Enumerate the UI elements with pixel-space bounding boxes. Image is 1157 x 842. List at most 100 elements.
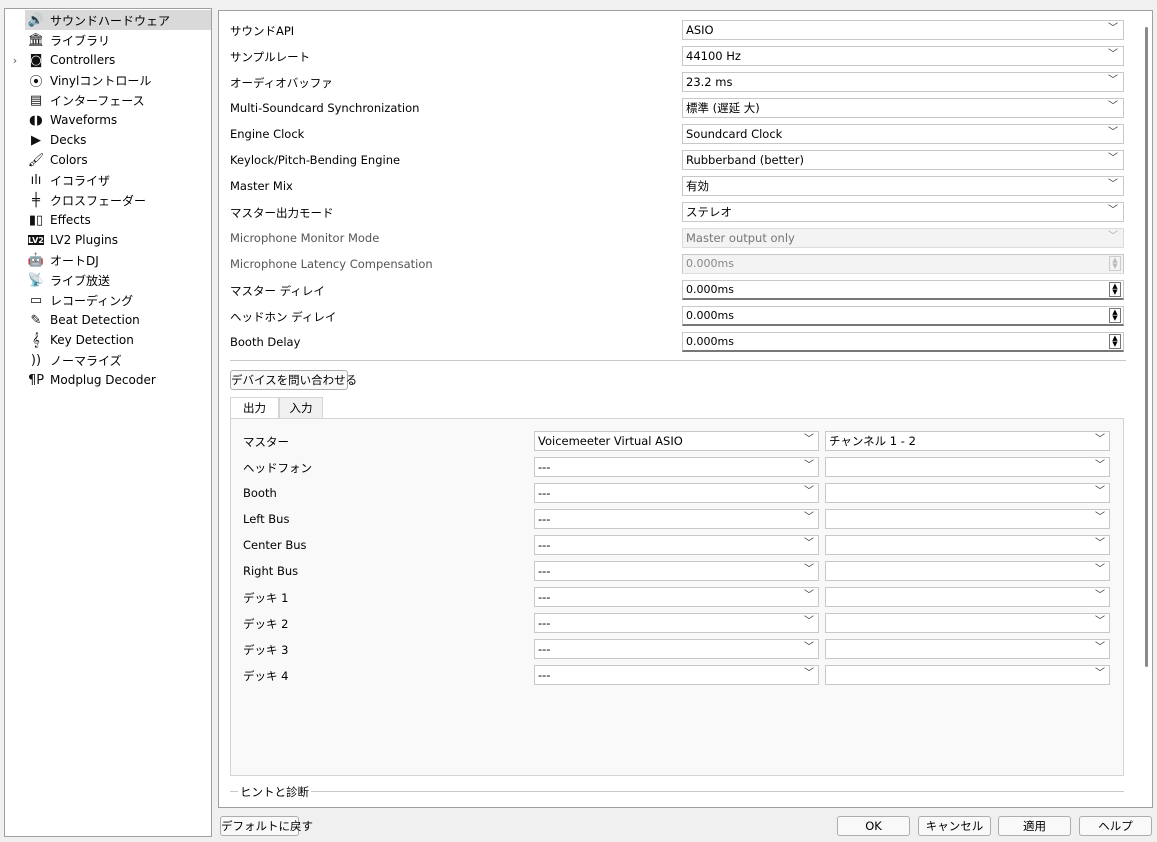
sidebar-item[interactable]: ▶ Decks (5, 130, 211, 150)
setting-label: オーディオバッファ (230, 76, 333, 90)
sidebar-item[interactable]: › ◙ Controllers (5, 50, 211, 70)
dropdown-value: --- (538, 564, 551, 578)
sidebar-item[interactable]: ¶P Modplug Decoder (5, 370, 211, 390)
restore-defaults-button[interactable]: デフォルトに戻す (220, 816, 313, 836)
scrollbar[interactable] (1145, 27, 1148, 667)
chevron-down-icon: ﹀ (804, 434, 814, 445)
sidebar-item[interactable]: 𝄞 Key Detection (5, 330, 211, 350)
sidebar-item-label: オートDJ (50, 253, 99, 268)
setting-dropdown[interactable]: 23.2 ms ﹀ (682, 72, 1124, 92)
query-devices-button[interactable]: デバイスを問い合わせる (230, 370, 357, 390)
output-channel-dropdown[interactable]: チャンネル 1 - 2 ﹀ (825, 431, 1110, 451)
output-channel-dropdown[interactable]: ﹀ (825, 561, 1110, 581)
sidebar-item[interactable]: ◖◗ Waveforms (5, 110, 211, 130)
expand-chevron-icon[interactable]: › (10, 54, 20, 67)
waveform-icon: ◖◗ (29, 112, 43, 128)
setting-dropdown[interactable]: Soundcard Clock ﹀ (682, 124, 1124, 144)
crossfader-icon: ╪ (32, 192, 40, 208)
sidebar-item[interactable]: ▮▯ Effects (5, 210, 211, 230)
tab-input[interactable]: 入力 (279, 397, 323, 418)
setting-dropdown[interactable]: Rubberband (better) ﹀ (682, 150, 1124, 170)
dropdown-value: 23.2 ms (686, 75, 733, 89)
sidebar-item-label: Beat Detection (50, 313, 140, 327)
output-device-dropdown[interactable]: --- ﹀ (534, 639, 819, 659)
sidebar-item[interactable]: ılı イコライザ (5, 170, 211, 190)
output-device-dropdown[interactable]: --- ﹀ (534, 613, 819, 633)
chevron-down-icon: ﹀ (1108, 205, 1118, 216)
output-device-dropdown[interactable]: --- ﹀ (534, 509, 819, 529)
chevron-down-icon: ﹀ (1095, 590, 1105, 601)
sidebar-item[interactable]: ▭ レコーディング (5, 290, 211, 310)
sidebar-item[interactable]: 🤖 オートDJ (5, 250, 211, 270)
setting-dropdown[interactable]: 標準 (遅延 大) ﹀ (682, 98, 1124, 118)
output-device-dropdown[interactable]: Voicemeeter Virtual ASIO ﹀ (534, 431, 819, 451)
dropdown-value: --- (538, 668, 551, 682)
spin-arrows-icon[interactable]: ▲ ▼ (1109, 256, 1121, 271)
output-channel-dropdown[interactable]: ﹀ (825, 639, 1110, 659)
spin-arrows-icon[interactable]: ▲ ▼ (1109, 282, 1121, 297)
output-device-dropdown[interactable]: --- ﹀ (534, 665, 819, 685)
spin-arrows-icon[interactable]: ▲ ▼ (1109, 334, 1121, 349)
setting-spinbox[interactable]: 0.000ms ▲ ▼ (682, 332, 1124, 352)
setting-dropdown[interactable]: ASIO ﹀ (682, 20, 1124, 40)
colors-icon: 🖌 (27, 152, 45, 168)
dropdown-value: Master output only (686, 231, 795, 245)
sidebar-item[interactable]: )) ノーマライズ (5, 350, 211, 370)
interface-icon: ▤ (29, 92, 43, 108)
output-label: デッキ 3 (243, 643, 289, 657)
help-button[interactable]: ヘルプ (1079, 816, 1152, 836)
sidebar-item-label: ライブ放送 (50, 273, 111, 288)
setting-spinbox[interactable]: 0.000ms ▲ ▼ (682, 280, 1124, 300)
sidebar-item[interactable]: 🖌 Colors (5, 150, 211, 170)
sidebar-item[interactable]: ⦿ Vinylコントロール (5, 70, 211, 90)
sidebar-item[interactable]: ✎ Beat Detection (5, 310, 211, 330)
hints-title: ヒントと診断 (238, 784, 311, 800)
chevron-down-icon: ﹀ (1108, 75, 1118, 86)
output-channel-dropdown[interactable]: ﹀ (825, 665, 1110, 685)
output-device-dropdown[interactable]: --- ﹀ (534, 561, 819, 581)
sidebar-item-label: Waveforms (50, 113, 118, 127)
library-icon: 🏛 (27, 32, 45, 48)
setting-dropdown[interactable]: ステレオ ﹀ (682, 202, 1124, 222)
dropdown-value: 44100 Hz (686, 49, 741, 63)
sidebar-item[interactable]: ▤ インターフェース (5, 90, 211, 110)
sidebar-item[interactable]: 🔊 サウンドハードウェア (5, 10, 211, 30)
setting-label: Multi-Soundcard Synchronization (230, 101, 420, 115)
setting-label: Engine Clock (230, 127, 305, 141)
chevron-down-icon: ﹀ (1095, 486, 1105, 497)
ok-button[interactable]: OK (837, 816, 910, 836)
output-label: Right Bus (243, 564, 299, 578)
sidebar-item[interactable]: 🏛 ライブラリ (5, 30, 211, 50)
dropdown-value: --- (538, 642, 551, 656)
chevron-down-icon: ﹀ (1095, 460, 1105, 471)
output-device-dropdown[interactable]: --- ﹀ (534, 535, 819, 555)
chevron-down-icon: ﹀ (1095, 668, 1105, 679)
sidebar-item[interactable]: 📡 ライブ放送 (5, 270, 211, 290)
tab-output[interactable]: 出力 (230, 397, 279, 419)
setting-dropdown[interactable]: 有効 ﹀ (682, 176, 1124, 196)
output-device-dropdown[interactable]: --- ﹀ (534, 483, 819, 503)
output-channel-dropdown[interactable]: ﹀ (825, 483, 1110, 503)
sidebar-item-label: Effects (50, 213, 91, 227)
setting-spinbox[interactable]: 0.000ms ▲ ▼ (682, 306, 1124, 326)
cancel-button[interactable]: キャンセル (918, 816, 991, 836)
setting-label: ヘッドホン ディレイ (230, 310, 337, 324)
output-channel-dropdown[interactable]: ﹀ (825, 457, 1110, 477)
sidebar-item-label: ライブラリ (50, 33, 111, 48)
output-channel-dropdown[interactable]: ﹀ (825, 613, 1110, 633)
output-channel-dropdown[interactable]: ﹀ (825, 587, 1110, 607)
controller-icon: ◙ (29, 52, 43, 68)
output-channel-dropdown[interactable]: ﹀ (825, 509, 1110, 529)
sidebar-item[interactable]: LV2 LV2 Plugins (5, 230, 211, 250)
output-channel-dropdown[interactable]: ﹀ (825, 535, 1110, 555)
dropdown-value: 標準 (遅延 大) (686, 101, 760, 115)
output-label: デッキ 1 (243, 591, 289, 605)
output-label: マスター (243, 435, 289, 449)
sidebar-item[interactable]: ╪ クロスフェーダー (5, 190, 211, 210)
setting-dropdown[interactable]: 44100 Hz ﹀ (682, 46, 1124, 66)
output-device-dropdown[interactable]: --- ﹀ (534, 587, 819, 607)
output-device-dropdown[interactable]: --- ﹀ (534, 457, 819, 477)
apply-button[interactable]: 適用 (998, 816, 1071, 836)
spin-arrows-icon[interactable]: ▲ ▼ (1109, 308, 1121, 323)
sidebar-item-label: Modplug Decoder (50, 373, 156, 387)
